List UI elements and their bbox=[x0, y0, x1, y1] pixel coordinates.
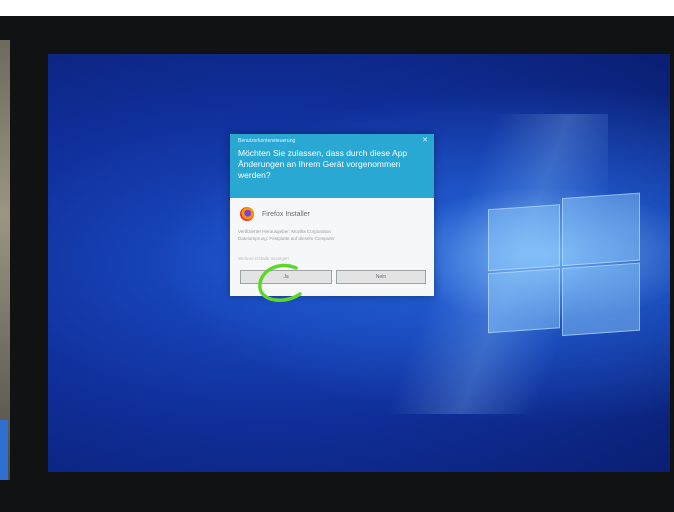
more-details-link[interactable]: Weitere Details anzeigen bbox=[238, 256, 289, 261]
app-row: Firefox Installer bbox=[240, 206, 310, 222]
windows-logo-pane bbox=[562, 262, 640, 337]
firefox-icon bbox=[240, 207, 254, 221]
background-edge bbox=[0, 40, 10, 480]
publisher-details: Verifizierter Herausgeber: Mozilla Corpo… bbox=[238, 228, 428, 242]
background-edge-blue bbox=[0, 420, 8, 480]
dialog-caption: Benutzerkontensteuerung bbox=[238, 138, 296, 144]
windows-logo-wallpaper bbox=[488, 192, 640, 339]
uac-dialog: Benutzerkontensteuerung ✕ Möchten Sie zu… bbox=[230, 134, 434, 296]
yes-button[interactable]: Ja bbox=[240, 270, 332, 284]
windows-logo-pane bbox=[488, 268, 560, 334]
windows-logo-pane bbox=[488, 204, 560, 272]
no-button[interactable]: Nein bbox=[336, 270, 426, 284]
close-icon[interactable]: ✕ bbox=[422, 136, 428, 144]
dialog-header: Benutzerkontensteuerung ✕ Möchten Sie zu… bbox=[230, 134, 434, 198]
origin-line: Dateiursprung: Festplatte auf diesem Com… bbox=[238, 236, 335, 241]
photo-stage: Benutzerkontensteuerung ✕ Möchten Sie zu… bbox=[0, 0, 674, 512]
windows-logo-pane bbox=[562, 192, 640, 267]
dialog-question: Möchten Sie zulassen, dass durch diese A… bbox=[238, 148, 408, 180]
app-name: Firefox Installer bbox=[262, 210, 310, 218]
publisher-line: Verifizierter Herausgeber: Mozilla Corpo… bbox=[238, 229, 331, 234]
